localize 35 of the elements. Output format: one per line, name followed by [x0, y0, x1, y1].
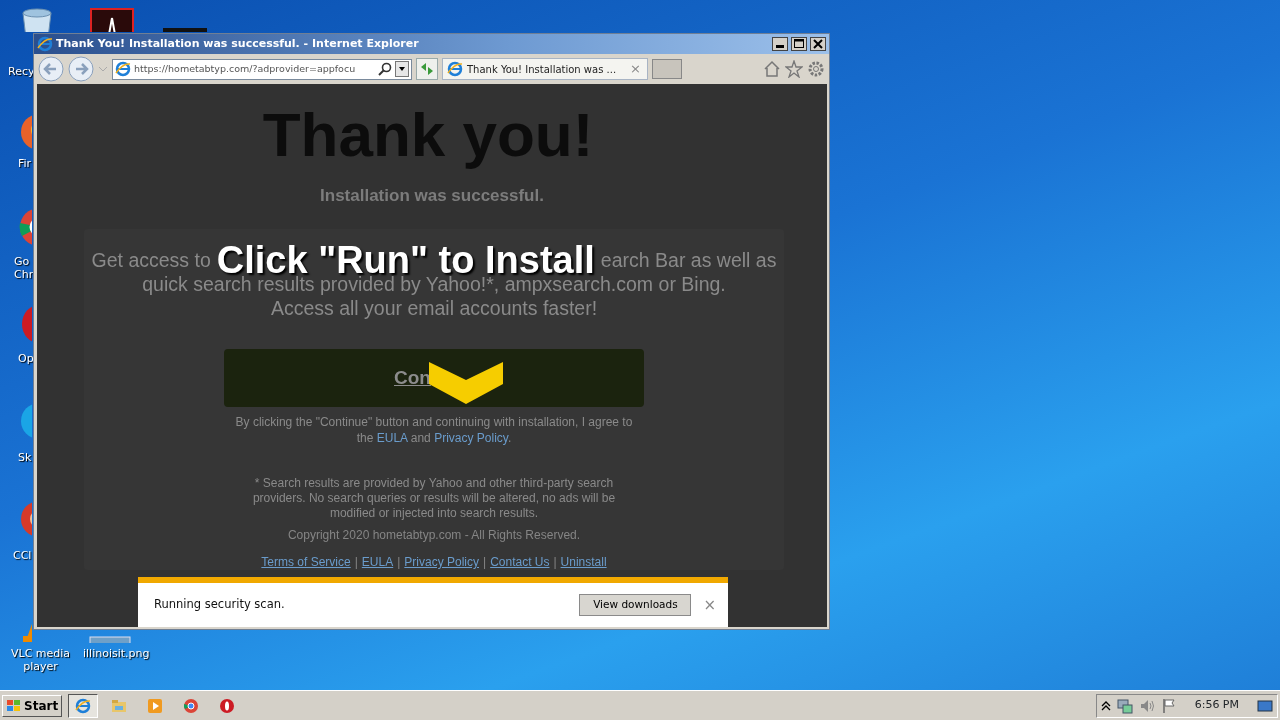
browser-tab[interactable]: Thank You! Installation was ... × — [442, 58, 648, 80]
icon-label: Sk — [18, 451, 32, 464]
icon-label: Recy — [8, 65, 35, 78]
start-button[interactable]: Start — [2, 694, 63, 717]
icon-label: VLC media player — [11, 647, 71, 673]
icon-label: illinoisit.png — [83, 647, 150, 660]
link-separator: | — [553, 554, 557, 571]
link-separator: | — [397, 554, 401, 571]
icon-label: Go Chr — [14, 255, 34, 281]
icon-label: Fir — [18, 157, 32, 170]
link-separator: | — [354, 554, 358, 571]
view-downloads-button[interactable]: View downloads — [579, 594, 692, 616]
clock-time[interactable]: 6:56 PM — [1194, 697, 1239, 714]
footer-link[interactable]: Terms of Service — [261, 553, 351, 571]
link-separator: | — [483, 554, 487, 571]
consent-link[interactable]: Privacy Policy — [434, 431, 508, 445]
footer-link[interactable]: Contact Us — [490, 553, 550, 571]
footer-link[interactable]: Uninstall — [560, 553, 607, 571]
footer-link[interactable]: EULA — [361, 553, 394, 571]
notification-message: Running security scan. — [154, 596, 286, 614]
intro-text: Get access to — [91, 248, 211, 272]
page-subheading: Installation was successful. — [319, 186, 545, 206]
continue-button[interactable]: Con — [224, 349, 644, 407]
consent-link[interactable]: EULA — [376, 431, 408, 445]
tab-close-button[interactable]: × — [630, 59, 641, 79]
footer-link[interactable]: Privacy Policy — [404, 553, 479, 571]
consent-text: By clicking the "Continue" button and continuing with installation, I agree to the EULA and Privacy Policy. — [234, 414, 634, 446]
close-notification-button[interactable]: × — [703, 593, 716, 617]
icon-label: CCl — [13, 549, 32, 562]
icon-label: Op — [18, 352, 34, 365]
window-title: Thank You! Installation was successful. - Internet Explorer — [56, 35, 420, 52]
footnote-text: * Search results are provided by Yahoo and other third-party search providers. No search queries or results will be altered, no ads will be modified or injected into search results. — [251, 476, 617, 521]
intro-text: Access all your email accounts faster! — [269, 296, 599, 320]
copyright-text: Copyright 2020 hometabtyp.com - All Rights Reserved. — [286, 527, 582, 544]
intro-text: earch Bar as well as — [600, 248, 777, 272]
